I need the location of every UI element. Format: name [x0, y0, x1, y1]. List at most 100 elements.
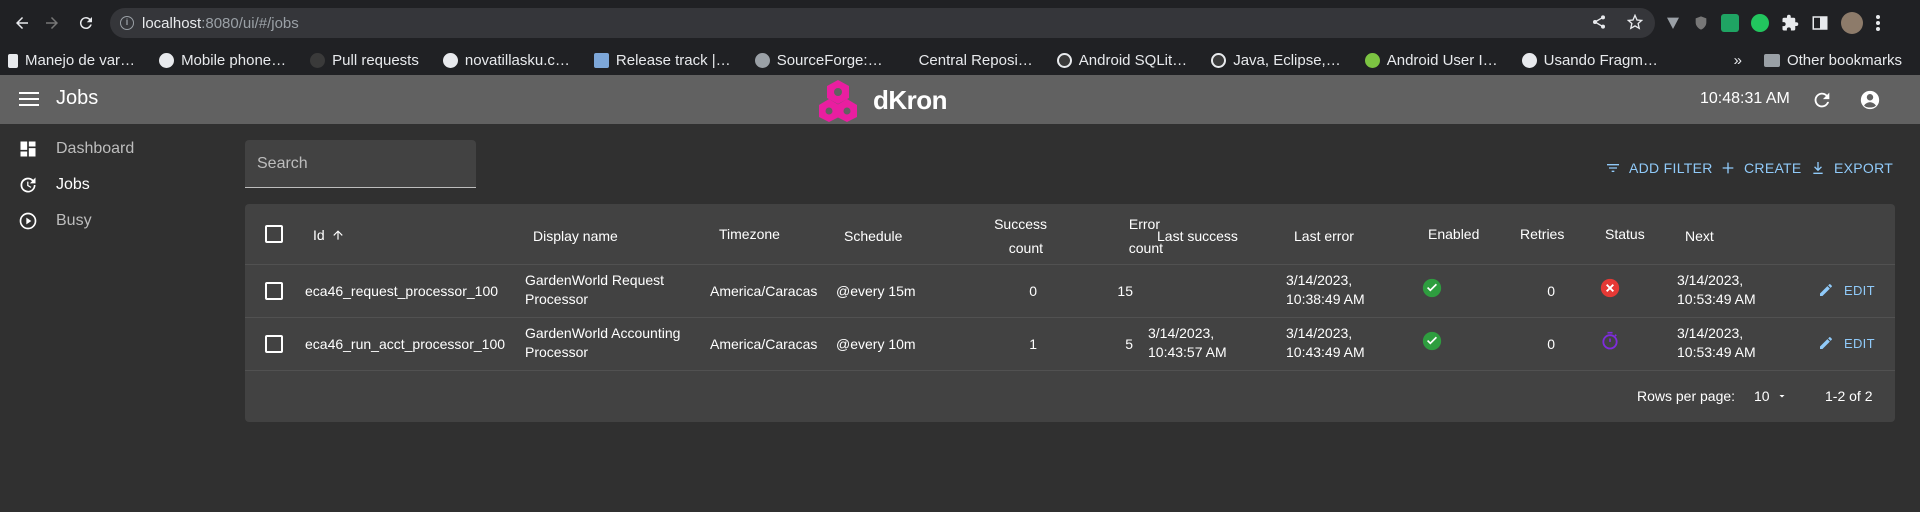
add-filter-button[interactable]: ADD FILTER	[1605, 160, 1713, 176]
add-filter-label: ADD FILTER	[1629, 160, 1713, 176]
sidebar-item-dashboard[interactable]: Dashboard	[0, 131, 230, 167]
bookmark-star-icon[interactable]	[1627, 14, 1643, 30]
browser-menu-icon[interactable]	[1875, 14, 1881, 32]
bookmark-item[interactable]: Manejo de var…	[0, 52, 143, 69]
create-label: CREATE	[1744, 160, 1802, 176]
page-title: Jobs	[56, 87, 99, 109]
account-icon[interactable]	[1859, 89, 1881, 111]
row-checkbox[interactable]	[265, 335, 283, 353]
refresh-icon[interactable]	[1811, 89, 1833, 111]
menu-icon[interactable]	[19, 92, 39, 106]
job-display-name: GardenWorld Request Processor	[525, 271, 664, 309]
more-bookmarks-icon[interactable]: »	[1734, 52, 1742, 69]
column-header-success-count[interactable]: Success count	[967, 212, 1047, 260]
enabled-check-icon	[1422, 278, 1442, 298]
url-path: :8080/ui/#/jobs	[201, 14, 299, 32]
dashboard-icon	[20, 141, 36, 157]
column-header-enabled[interactable]: Enabled	[1428, 222, 1479, 246]
clock: 10:48:31 AM	[1700, 90, 1790, 107]
bookmark-item[interactable]: Android User I…	[1357, 52, 1506, 69]
bookmark-item[interactable]: Java, Eclipse,…	[1203, 52, 1349, 69]
favicon-icon	[593, 53, 609, 68]
column-header-last-error[interactable]: Last error	[1294, 224, 1354, 248]
forward-icon[interactable]	[40, 11, 64, 35]
bookmark-label: Android SQLit…	[1078, 52, 1188, 69]
time-line: 10:38:49 AM	[1286, 291, 1365, 307]
app-bar: Jobs dKron 10:48:31 AM	[0, 75, 1920, 124]
edit-button[interactable]: EDIT	[1818, 282, 1875, 298]
date-line: 3/14/2023,	[1677, 325, 1744, 341]
search-input[interactable]	[245, 140, 476, 187]
search-field	[245, 140, 476, 188]
date-line: 3/14/2023,	[1286, 272, 1353, 288]
logo-text: dKron	[873, 84, 948, 115]
sidebar-item-jobs[interactable]: Jobs	[0, 167, 230, 203]
job-next: 3/14/2023, 10:53:49 AM	[1677, 324, 1756, 362]
date-line: 3/14/2023,	[1286, 325, 1353, 341]
sidebar: Dashboard Jobs Busy	[0, 124, 230, 512]
divider	[245, 264, 1895, 265]
column-header-status[interactable]: Status	[1605, 222, 1645, 246]
column-header-retries[interactable]: Retries	[1520, 222, 1564, 246]
job-success-count: 0	[1029, 283, 1037, 299]
extension-green-icon[interactable]	[1721, 14, 1739, 32]
bookmark-label: Usando Fragm…	[1543, 52, 1658, 69]
bookmark-item[interactable]: Usando Fragm…	[1514, 52, 1666, 69]
column-header-last-success[interactable]: Last success	[1157, 224, 1238, 248]
extension-v-icon[interactable]	[1665, 15, 1681, 31]
column-header-display-name[interactable]: Display name	[533, 224, 618, 248]
edit-label: EDIT	[1844, 282, 1875, 298]
bookmark-item[interactable]: Android SQLit…	[1049, 52, 1195, 69]
job-schedule: @every 10m	[836, 336, 916, 352]
select-all-checkbox[interactable]	[265, 225, 283, 243]
time-line: 10:53:49 AM	[1677, 344, 1756, 360]
bookmark-item[interactable]: Central Reposi…	[911, 52, 1041, 69]
bookmark-item[interactable]: novatillasku.c…	[435, 52, 578, 69]
bookmark-item[interactable]: Release track |…	[586, 52, 739, 69]
column-header-next[interactable]: Next	[1685, 224, 1714, 248]
job-success-count: 1	[1029, 336, 1037, 352]
date-line: 3/14/2023,	[1677, 272, 1744, 288]
extension-shield-icon[interactable]	[1693, 15, 1709, 31]
column-header-timezone[interactable]: Timezone	[719, 222, 780, 246]
address-bar[interactable]: i localhost:8080/ui/#/jobs	[110, 8, 1655, 38]
export-button[interactable]: EXPORT	[1810, 160, 1893, 176]
other-bookmarks[interactable]: Other bookmarks	[1756, 52, 1910, 69]
back-icon[interactable]	[10, 11, 34, 35]
reload-icon[interactable]	[74, 11, 98, 35]
header-label: count	[1128, 240, 1163, 256]
share-icon[interactable]	[1591, 14, 1607, 30]
sidebar-item-busy[interactable]: Busy	[0, 203, 230, 239]
rows-per-page-select[interactable]: 10	[1754, 388, 1788, 404]
side-panel-icon[interactable]	[1811, 14, 1829, 32]
column-header-id[interactable]: Id	[313, 223, 345, 247]
row-checkbox[interactable]	[265, 282, 283, 300]
column-header-schedule[interactable]: Schedule	[844, 224, 902, 248]
favicon-icon	[442, 53, 458, 68]
header-label: Success	[994, 216, 1047, 232]
create-button[interactable]: CREATE	[1720, 160, 1802, 176]
bookmark-label: Manejo de var…	[25, 52, 136, 69]
folder-icon	[1763, 54, 1780, 67]
site-info-icon[interactable]: i	[120, 16, 134, 30]
github-icon	[1056, 53, 1072, 68]
bookmark-label: Release track |…	[615, 52, 731, 69]
status-running-timer-icon	[1602, 331, 1618, 350]
extensions-puzzle-icon[interactable]	[1781, 14, 1799, 32]
divider	[245, 317, 1895, 318]
display-name-line: GardenWorld Accounting	[525, 325, 681, 341]
bookmark-item[interactable]: Mobile phone…	[151, 52, 294, 69]
edit-button[interactable]: EDIT	[1818, 335, 1875, 351]
extension-check-icon[interactable]	[1751, 14, 1769, 32]
github-icon	[1211, 53, 1227, 68]
rows-per-page-value: 10	[1754, 388, 1770, 404]
job-last-success: 3/14/2023, 10:43:57 AM	[1148, 324, 1227, 362]
edit-label: EDIT	[1844, 335, 1875, 351]
bookmarks-bar: Manejo de var… Mobile phone… Pull reques…	[0, 46, 1920, 75]
bookmark-item[interactable]: SourceForge:…	[747, 52, 891, 69]
column-header-error-count[interactable]: Error count	[1083, 212, 1163, 260]
download-icon	[1813, 162, 1823, 174]
bookmark-item[interactable]: Pull requests	[302, 52, 427, 69]
job-display-name: GardenWorld Accounting Processor	[525, 324, 680, 362]
profile-avatar[interactable]	[1841, 12, 1863, 34]
